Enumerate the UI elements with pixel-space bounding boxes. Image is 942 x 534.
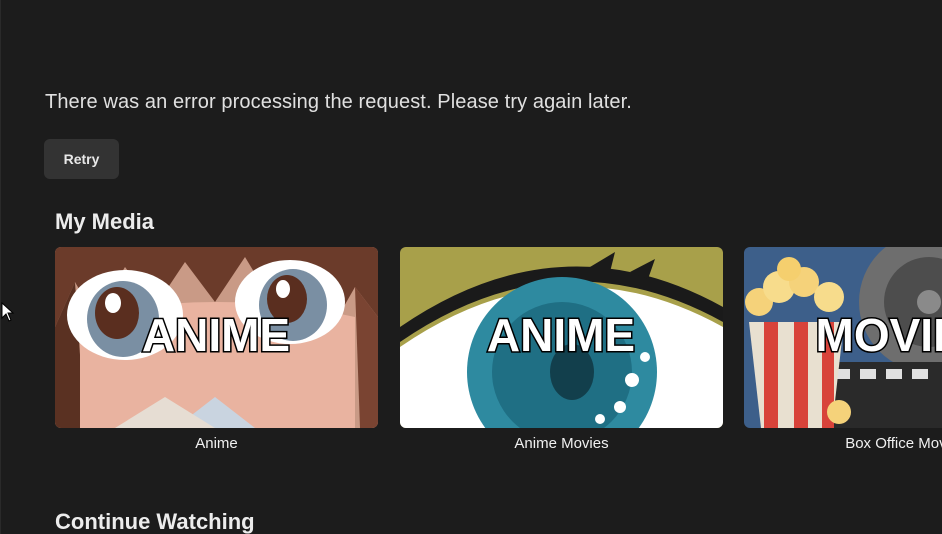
window-edge — [0, 0, 1, 534]
continue-watching-heading: Continue Watching — [55, 509, 255, 534]
mouse-pointer-icon — [1, 302, 15, 322]
media-tile-box-office-movies[interactable]: MOVIES — [744, 247, 942, 428]
media-tile-label: Anime — [195, 435, 238, 452]
page: There was an error processing the reques… — [0, 0, 942, 534]
retry-button[interactable]: Retry — [44, 139, 119, 179]
anime-movies-tile-image: ANIME — [400, 247, 723, 428]
media-tile-label: Anime Movies — [514, 435, 609, 452]
my-media-heading: My Media — [55, 209, 155, 234]
box-office-tile-image: MOVIES — [744, 247, 942, 428]
tile-overlay-text: MOVIES — [816, 309, 942, 361]
media-tile-anime-movies[interactable]: ANIME — [400, 247, 723, 428]
media-tile-anime[interactable]: ANIME — [55, 247, 378, 428]
tile-overlay-text: ANIME — [142, 309, 290, 361]
anime-tile-image: ANIME — [55, 247, 378, 428]
error-message: There was an error processing the reques… — [45, 91, 632, 113]
tile-overlay-text: ANIME — [487, 309, 635, 361]
media-tile-label: Box Office Movies — [845, 435, 942, 452]
